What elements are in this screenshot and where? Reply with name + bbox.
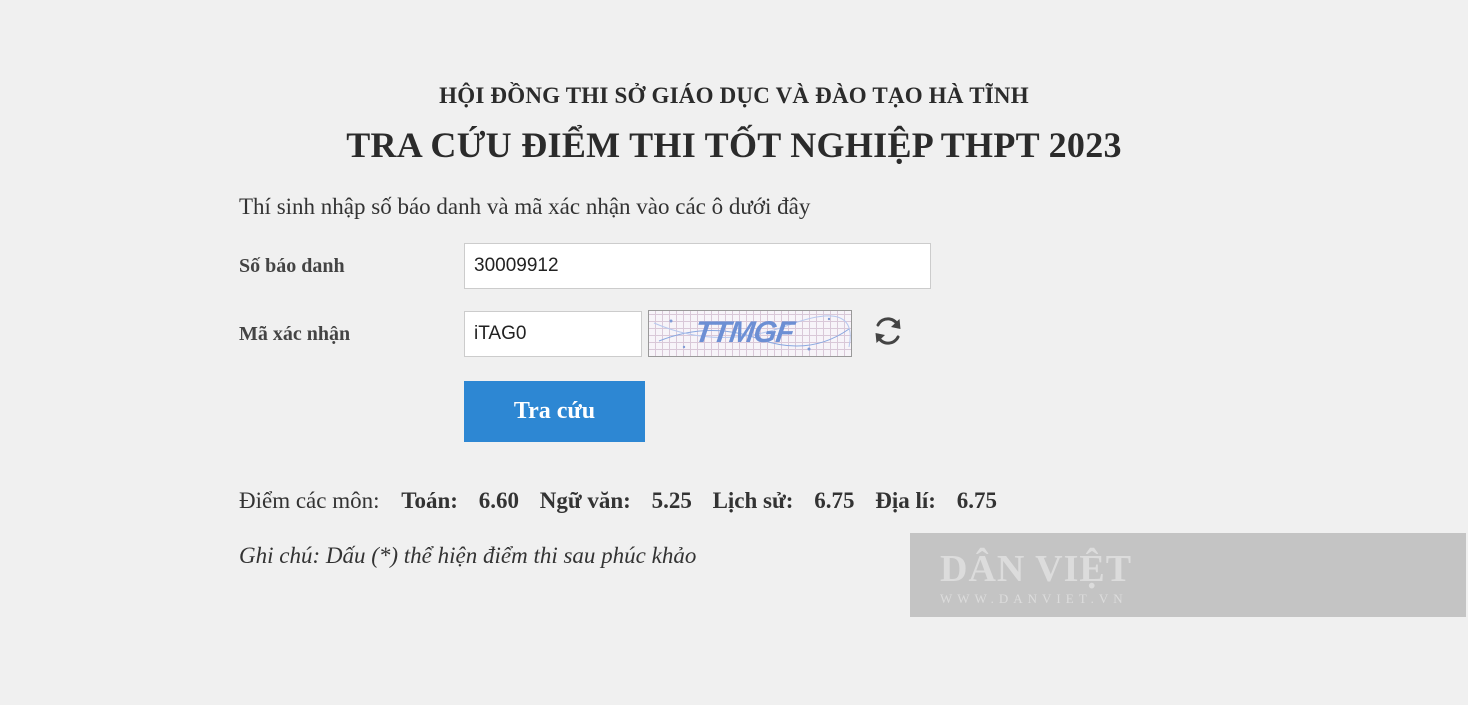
subject-score: 6.75 [956, 488, 997, 513]
subject-score: 6.60 [478, 488, 519, 513]
subject-name: Ngữ văn: [539, 488, 631, 513]
subject-name: Lịch sử: [712, 488, 794, 513]
watermark-logo: DÂN VIỆT [940, 548, 1133, 590]
subject-name: Toán: [401, 488, 458, 513]
subject-score: 6.75 [814, 488, 855, 513]
results-note: Ghi chú: Dấu (*) thể hiện điểm thi sau p… [239, 543, 697, 568]
candidate-number-label: Số báo danh [239, 255, 345, 277]
form-instructions: Thí sinh nhập số báo danh và mã xác nhận… [239, 194, 811, 219]
captcha-input[interactable] [464, 311, 642, 357]
scores-intro: Điểm các môn: [239, 488, 380, 513]
score-results: Điểm các môn: Toán: 6.60 Ngữ văn: 5.25 L… [239, 488, 1012, 514]
captcha-label: Mã xác nhận [239, 323, 351, 345]
watermark: DÂN VIỆT WWW.DANVIET.VN [910, 533, 1466, 617]
page-title: TRA CỨU ĐIỂM THI TỐT NGHIỆP THPT 2023 [346, 125, 1122, 165]
search-button[interactable]: Tra cứu [464, 381, 645, 442]
page: HỘI ĐỒNG THI SỞ GIÁO DỤC VÀ ĐÀO TẠO HÀ T… [0, 0, 1468, 705]
subject-score: 5.25 [651, 488, 692, 513]
captcha-text: TTMGF [692, 316, 796, 349]
captcha-image: TTMGF [648, 310, 852, 357]
subject-name: Địa lí: [875, 488, 936, 513]
refresh-icon[interactable] [870, 313, 906, 349]
watermark-url: WWW.DANVIET.VN [940, 591, 1128, 606]
candidate-number-input[interactable] [464, 243, 931, 289]
council-heading: HỘI ĐỒNG THI SỞ GIÁO DỤC VÀ ĐÀO TẠO HÀ T… [439, 83, 1029, 108]
